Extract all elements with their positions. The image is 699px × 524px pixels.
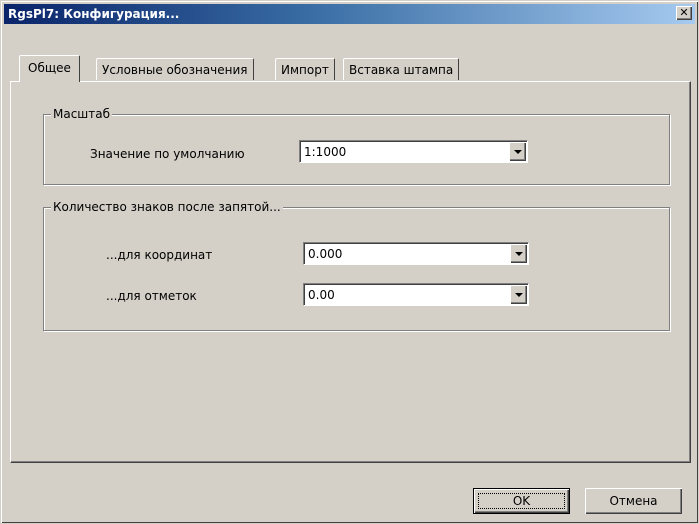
tab-symbols[interactable]: Условные обозначения	[96, 58, 254, 80]
close-button[interactable]: ✕	[676, 6, 692, 20]
default-scale-select[interactable]: 1:1000	[299, 140, 528, 163]
chevron-down-icon[interactable]	[510, 244, 527, 263]
title-bar[interactable]: RgsPl7: Конфигурация... ✕	[4, 4, 695, 24]
tab-general-label: Общее	[28, 61, 71, 75]
close-icon: ✕	[679, 6, 689, 19]
tab-general[interactable]: Общее	[19, 55, 80, 82]
marks-decimals-value: 0.00	[308, 288, 335, 302]
marks-decimals-label: ...для отметок	[106, 289, 197, 303]
ok-button[interactable]: OK	[473, 488, 570, 514]
scale-group-legend: Масштаб	[51, 106, 113, 122]
chevron-down-icon[interactable]	[509, 142, 526, 161]
coords-decimals-label: ...для координат	[106, 248, 213, 262]
default-scale-label: Значение по умолчанию	[90, 147, 245, 161]
ok-button-label: OK	[512, 494, 531, 508]
coords-decimals-value: 0.000	[308, 247, 343, 261]
tab-symbols-label: Условные обозначения	[102, 63, 248, 77]
coords-decimals-select[interactable]: 0.000	[303, 242, 529, 265]
default-scale-value: 1:1000	[304, 145, 347, 159]
tab-stamp-insert[interactable]: Вставка штампа	[343, 58, 460, 80]
cancel-button[interactable]: Отмена	[585, 488, 682, 514]
tab-stamp-insert-label: Вставка штампа	[349, 63, 454, 77]
tab-import[interactable]: Импорт	[275, 58, 335, 80]
cancel-button-label: Отмена	[609, 494, 658, 508]
window-title: RgsPl7: Конфигурация...	[8, 7, 180, 21]
marks-decimals-select[interactable]: 0.00	[303, 283, 529, 306]
decimals-groupbox: Количество знаков после запятой...	[43, 199, 670, 331]
tab-import-label: Импорт	[281, 63, 329, 77]
config-dialog: RgsPl7: Конфигурация... ✕ Общее Условные…	[0, 0, 699, 524]
chevron-down-icon[interactable]	[510, 285, 527, 304]
decimals-group-legend: Количество знаков после запятой...	[51, 199, 283, 215]
